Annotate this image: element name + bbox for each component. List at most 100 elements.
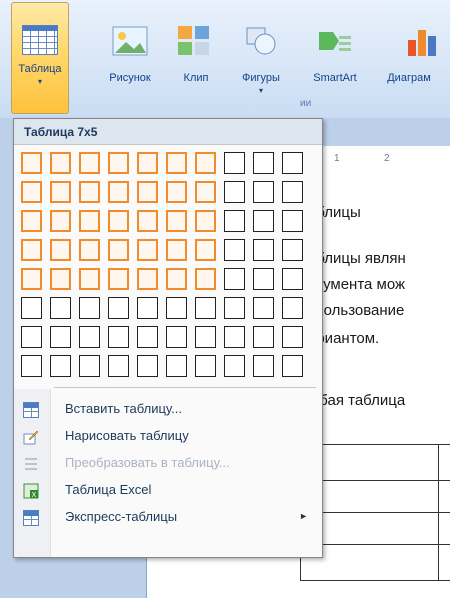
grid-cell[interactable] <box>166 268 187 290</box>
grid-cell[interactable] <box>253 326 274 348</box>
grid-cell[interactable] <box>253 297 274 319</box>
grid-cell[interactable] <box>166 152 187 174</box>
chart-icon <box>404 24 444 64</box>
grid-cell[interactable] <box>166 239 187 261</box>
grid-cell[interactable] <box>108 239 129 261</box>
grid-cell[interactable] <box>108 355 129 377</box>
table-button-label: Таблица <box>18 63 62 75</box>
grid-cell[interactable] <box>253 152 274 174</box>
grid-cell[interactable] <box>224 210 245 232</box>
grid-cell[interactable] <box>50 355 71 377</box>
grid-cell[interactable] <box>282 268 303 290</box>
grid-cell[interactable] <box>282 297 303 319</box>
grid-cell[interactable] <box>108 297 129 319</box>
grid-cell[interactable] <box>224 326 245 348</box>
grid-cell[interactable] <box>282 152 303 174</box>
grid-cell[interactable] <box>79 297 100 319</box>
grid-cell[interactable] <box>253 181 274 203</box>
grid-cell[interactable] <box>79 181 100 203</box>
grid-cell[interactable] <box>21 297 42 319</box>
grid-cell[interactable] <box>224 239 245 261</box>
grid-cell[interactable] <box>108 152 129 174</box>
shapes-button[interactable]: Фигуры ▾ <box>232 2 290 114</box>
grid-cell[interactable] <box>282 239 303 261</box>
grid-cell[interactable] <box>195 326 216 348</box>
insert-table-item[interactable]: Вставить таблицу... <box>14 397 322 423</box>
grid-cell[interactable] <box>195 268 216 290</box>
grid-cell[interactable] <box>79 239 100 261</box>
convert-to-table-item[interactable]: Преобразовать в таблицу... <box>14 451 322 477</box>
grid-cell[interactable] <box>224 181 245 203</box>
grid-cell[interactable] <box>21 152 42 174</box>
grid-cell[interactable] <box>282 210 303 232</box>
draw-table-icon <box>23 429 39 445</box>
grid-cell[interactable] <box>137 268 158 290</box>
clipart-button-label: Клип <box>183 72 209 84</box>
grid-cell[interactable] <box>108 326 129 348</box>
grid-cell[interactable] <box>21 210 42 232</box>
grid-cell[interactable] <box>21 355 42 377</box>
grid-cell[interactable] <box>137 239 158 261</box>
grid-cell[interactable] <box>79 210 100 232</box>
grid-cell[interactable] <box>21 326 42 348</box>
grid-cell[interactable] <box>21 268 42 290</box>
grid-cell[interactable] <box>137 210 158 232</box>
grid-cell[interactable] <box>21 181 42 203</box>
grid-cell[interactable] <box>195 181 216 203</box>
grid-cell[interactable] <box>50 326 71 348</box>
grid-cell[interactable] <box>224 297 245 319</box>
grid-cell[interactable] <box>50 210 71 232</box>
grid-cell[interactable] <box>195 239 216 261</box>
grid-cell[interactable] <box>195 355 216 377</box>
grid-cell[interactable] <box>137 355 158 377</box>
grid-cell[interactable] <box>108 181 129 203</box>
grid-cell[interactable] <box>195 297 216 319</box>
grid-cell[interactable] <box>50 181 71 203</box>
grid-cell[interactable] <box>166 326 187 348</box>
grid-cell[interactable] <box>79 355 100 377</box>
grid-cell[interactable] <box>166 210 187 232</box>
clipart-button[interactable]: Клип <box>178 2 214 114</box>
grid-cell[interactable] <box>166 181 187 203</box>
grid-cell[interactable] <box>195 210 216 232</box>
grid-cell[interactable] <box>224 268 245 290</box>
grid-cell[interactable] <box>79 268 100 290</box>
grid-cell[interactable] <box>253 210 274 232</box>
excel-table-item[interactable]: X Таблица Excel <box>14 478 322 504</box>
grid-cell[interactable] <box>224 152 245 174</box>
grid-cell[interactable] <box>137 152 158 174</box>
menu-separator <box>54 387 316 388</box>
picture-button[interactable]: Рисунок <box>104 2 156 114</box>
table-button[interactable]: Таблица ▾ <box>11 2 69 114</box>
grid-cell[interactable] <box>50 239 71 261</box>
grid-cell[interactable] <box>137 297 158 319</box>
ruler-mark: 1 <box>334 153 340 164</box>
quick-tables-item[interactable]: Экспресс-таблицы ► <box>14 505 322 531</box>
grid-cell[interactable] <box>50 297 71 319</box>
grid-cell[interactable] <box>50 152 71 174</box>
grid-cell[interactable] <box>21 239 42 261</box>
grid-cell[interactable] <box>108 210 129 232</box>
grid-cell[interactable] <box>137 326 158 348</box>
grid-cell[interactable] <box>224 355 245 377</box>
grid-cell[interactable] <box>195 152 216 174</box>
grid-cell[interactable] <box>137 181 158 203</box>
submenu-arrow-icon: ► <box>299 511 308 521</box>
shapes-button-label: Фигуры <box>242 72 280 84</box>
grid-cell[interactable] <box>50 268 71 290</box>
grid-cell[interactable] <box>166 297 187 319</box>
grid-cell[interactable] <box>282 181 303 203</box>
grid-cell[interactable] <box>253 355 274 377</box>
grid-cell[interactable] <box>79 326 100 348</box>
grid-cell[interactable] <box>282 355 303 377</box>
grid-cell[interactable] <box>79 152 100 174</box>
grid-cell[interactable] <box>108 268 129 290</box>
grid-cell[interactable] <box>282 326 303 348</box>
chart-button[interactable]: Диаграм <box>368 2 450 114</box>
smartart-button[interactable]: SmartArt <box>304 2 366 114</box>
grid-cell[interactable] <box>166 355 187 377</box>
picture-button-label: Рисунок <box>109 72 151 84</box>
grid-cell[interactable] <box>253 239 274 261</box>
grid-cell[interactable] <box>253 268 274 290</box>
draw-table-item[interactable]: Нарисовать таблицу <box>14 424 322 450</box>
